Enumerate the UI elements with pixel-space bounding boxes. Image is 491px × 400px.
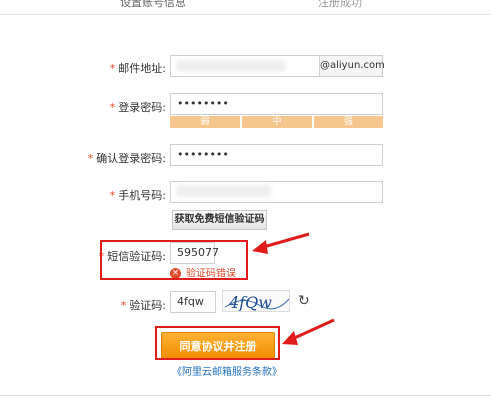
arrow-head-submit [282,331,298,345]
bottom-border [0,395,491,396]
arrow-line-submit [289,318,335,342]
annotation-arrows [252,232,335,345]
arrow-head-sms [252,240,268,254]
arrow-line-sms [259,232,310,250]
